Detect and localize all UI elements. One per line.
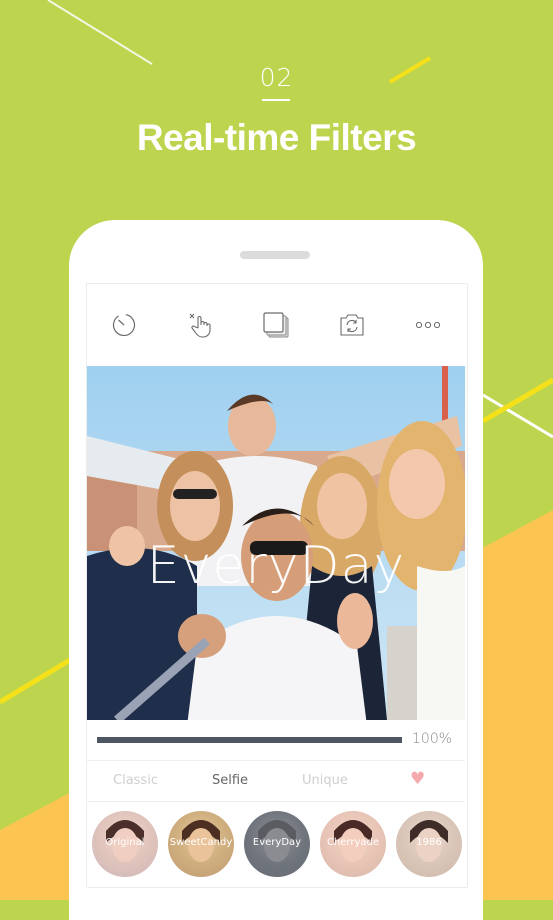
filter-intensity-fill xyxy=(97,737,402,743)
filter-thumbnail-1986[interactable]: 1986 xyxy=(396,811,462,877)
filter-thumbnail-cherryade[interactable]: Cherryade xyxy=(320,811,386,877)
touch-shot-button[interactable] xyxy=(186,310,216,340)
white-line-top xyxy=(47,0,153,65)
collage-icon xyxy=(263,312,289,338)
filter-label: Original xyxy=(105,837,145,848)
filter-label: 1986 xyxy=(416,837,442,848)
filter-name-overlay: EveryDay xyxy=(146,536,406,596)
filter-label: SweetCandy xyxy=(169,837,233,848)
step-underline xyxy=(262,99,290,101)
tab-unique[interactable]: Unique xyxy=(302,773,348,788)
touch-shot-off-icon xyxy=(189,313,211,338)
camera-preview[interactable]: EveryDay xyxy=(87,366,465,720)
filter-label: Cherryade xyxy=(326,837,380,848)
filter-thumbnail-everyday[interactable]: EveryDay xyxy=(244,811,310,877)
heart-icon: ♥ xyxy=(410,769,426,789)
camera-toolbar xyxy=(86,284,466,364)
switch-camera-button[interactable] xyxy=(337,310,367,340)
more-button[interactable] xyxy=(413,310,443,340)
tab-classic[interactable]: Classic xyxy=(113,773,158,788)
switch-camera-icon xyxy=(340,314,364,336)
tab-selfie[interactable]: Selfie xyxy=(212,773,248,788)
filter-category-tabs: Classic Selfie Unique ♥ xyxy=(87,761,465,801)
timer-button[interactable] xyxy=(109,310,139,340)
phone-speaker xyxy=(240,251,310,259)
collage-button[interactable] xyxy=(261,310,291,340)
yellow-line-left xyxy=(0,657,72,705)
tab-favorites[interactable]: ♥ xyxy=(410,769,425,789)
more-icon xyxy=(415,321,441,329)
filter-thumbnail-sweetcandy[interactable]: SweetCandy xyxy=(168,811,234,877)
orange-wedge-left xyxy=(0,790,75,900)
filter-intensity-value: 100% xyxy=(412,731,453,747)
page-title: Real-time Filters xyxy=(136,117,417,158)
step-number: 02 xyxy=(259,63,294,92)
filter-list: Original SweetCandy EveryDay Cherryade 1… xyxy=(87,802,465,886)
filter-intensity-slider[interactable] xyxy=(97,737,402,743)
timer-icon xyxy=(112,313,136,337)
filter-thumbnail-original[interactable]: Original xyxy=(92,811,158,877)
filter-label: EveryDay xyxy=(252,837,302,848)
